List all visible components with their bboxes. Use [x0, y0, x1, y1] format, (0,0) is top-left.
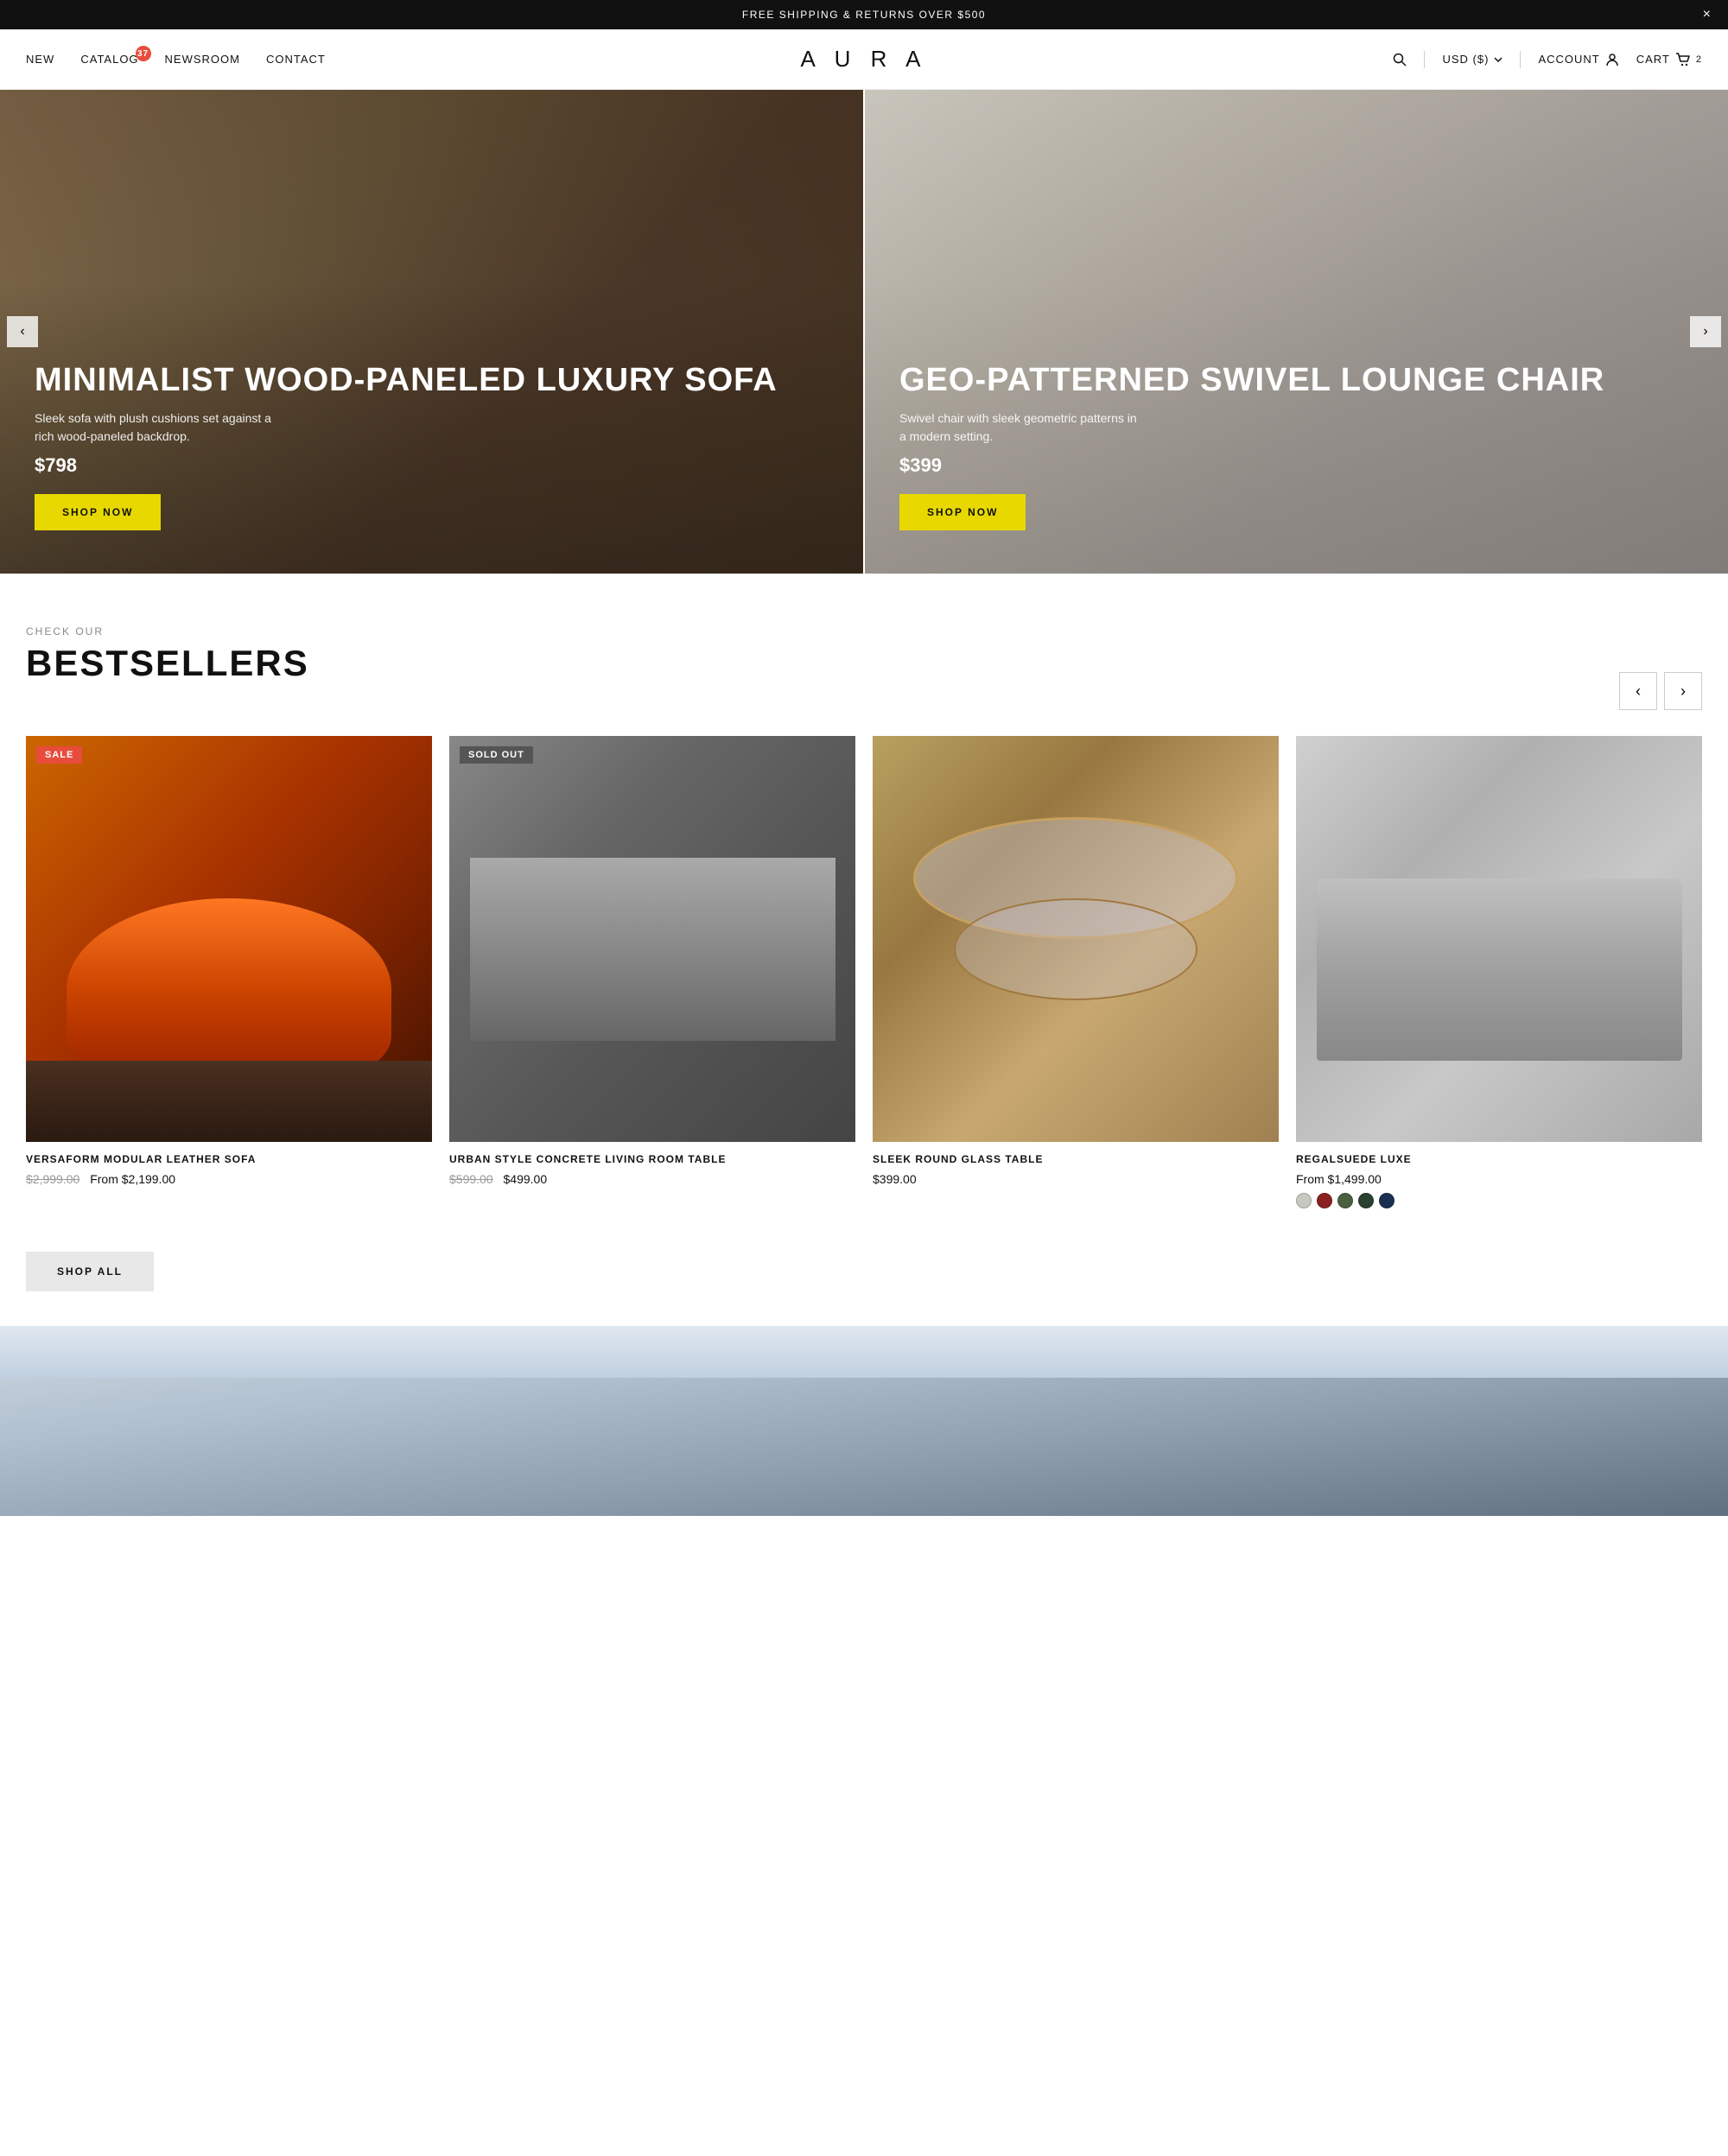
search-icon — [1393, 53, 1407, 67]
hero-content-left: MINIMALIST WOOD-PANELED LUXURY SOFA Slee… — [35, 363, 778, 530]
nav-item-new[interactable]: NEW — [26, 53, 54, 66]
color-swatch[interactable] — [1358, 1193, 1374, 1208]
bestsellers-title: BESTSELLERS — [26, 643, 309, 684]
hero-panel-left: MINIMALIST WOOD-PANELED LUXURY SOFA Slee… — [0, 90, 865, 574]
product-card-concrete-table[interactable]: SOLD OUT URBAN STYLE CONCRETE LIVING ROO… — [449, 736, 855, 1208]
bestsellers-prev-button[interactable]: ‹ — [1619, 672, 1657, 710]
product-price-concrete: $599.00 $499.00 — [449, 1172, 855, 1186]
product-img-sofa-orange — [26, 736, 432, 1142]
hero-title-left: MINIMALIST WOOD-PANELED LUXURY SOFA — [35, 363, 778, 399]
logo[interactable]: A U R A — [800, 46, 927, 73]
product-name-regalsuede: REGALSUEDE LUXE — [1296, 1152, 1702, 1167]
new-price: From $2,199.00 — [90, 1172, 175, 1186]
cart-count: 2 — [1696, 54, 1702, 65]
hero-title-right: GEO-PATTERNED SWIVEL LOUNGE CHAIR — [899, 363, 1604, 399]
product-price-glass: $399.00 — [873, 1172, 1279, 1186]
product-image-versaform-sofa: SALE — [26, 736, 432, 1142]
hero-section: ‹ MINIMALIST WOOD-PANELED LUXURY SOFA Sl… — [0, 90, 1728, 574]
hero-desc-left: Sleek sofa with plush cushions set again… — [35, 409, 276, 446]
user-icon — [1605, 53, 1619, 67]
color-swatch[interactable] — [1337, 1193, 1353, 1208]
color-swatches-regalsuede — [1296, 1193, 1702, 1208]
product-image-regalsuede — [1296, 736, 1702, 1142]
nav-item-contact[interactable]: CONTACT — [266, 53, 326, 66]
product-image-concrete-table: SOLD OUT — [449, 736, 855, 1142]
search-button[interactable] — [1393, 53, 1407, 67]
new-price-regalsuede: From $1,499.00 — [1296, 1172, 1382, 1186]
new-price-glass: $399.00 — [873, 1172, 917, 1186]
header-nav: NEW CATALOG37 NEWSROOM CONTACT — [26, 53, 326, 66]
cart-icon — [1675, 53, 1691, 67]
badge-sold-out: SOLD OUT — [460, 746, 533, 764]
product-name-glass: SLEEK ROUND GLASS TABLE — [873, 1152, 1279, 1167]
old-price-concrete: $599.00 — [449, 1172, 493, 1186]
product-img-glass-table — [873, 736, 1279, 1142]
hero-price-right: $399 — [899, 454, 1604, 477]
product-image-glass-table — [873, 736, 1279, 1142]
header-right: USD ($) ACCOUNT CART 2 — [1393, 51, 1702, 68]
section-title-block: CHECK OUR BESTSELLERS — [26, 625, 309, 710]
hero-desc-right: Swivel chair with sleek geometric patter… — [899, 409, 1141, 446]
product-card-versaform-sofa[interactable]: SALE VERSAFORM MODULAR LEATHER SOFA $2,9… — [26, 736, 432, 1208]
hero-shop-now-left[interactable]: SHOP NOW — [35, 494, 161, 530]
products-grid: SALE VERSAFORM MODULAR LEATHER SOFA $2,9… — [26, 736, 1702, 1208]
slider-arrows: ‹ › — [1619, 672, 1702, 710]
account-button[interactable]: ACCOUNT — [1538, 53, 1618, 67]
cart-button[interactable]: CART 2 — [1636, 53, 1702, 67]
bestsellers-next-button[interactable]: › — [1664, 672, 1702, 710]
hero-content-right: GEO-PATTERNED SWIVEL LOUNGE CHAIR Swivel… — [899, 363, 1604, 530]
product-name-versaform: VERSAFORM MODULAR LEATHER SOFA — [26, 1152, 432, 1167]
nav-badge: 37 — [136, 46, 151, 61]
nav-item-newsroom[interactable]: NEWSROOM — [165, 53, 240, 66]
color-swatch[interactable] — [1317, 1193, 1332, 1208]
hero-next-button[interactable]: › — [1690, 316, 1721, 347]
product-card-regalsuede[interactable]: REGALSUEDE LUXE From $1,499.00 — [1296, 736, 1702, 1208]
announcement-bar: FREE SHIPPING & RETURNS OVER $500 × — [0, 0, 1728, 29]
section-sub-label: CHECK OUR — [26, 625, 309, 637]
bottom-banner — [0, 1326, 1728, 1516]
product-name-concrete: URBAN STYLE CONCRETE LIVING ROOM TABLE — [449, 1152, 855, 1167]
currency-label: USD ($) — [1442, 53, 1489, 66]
header: NEW CATALOG37 NEWSROOM CONTACT A U R A USD … — [0, 29, 1728, 90]
hero-price-left: $798 — [35, 454, 778, 477]
hero-panel-right: GEO-PATTERNED SWIVEL LOUNGE CHAIR Swivel… — [865, 90, 1728, 574]
chevron-down-icon — [1494, 57, 1502, 62]
shop-all-button[interactable]: SHOP ALL — [26, 1252, 154, 1291]
color-swatch[interactable] — [1379, 1193, 1394, 1208]
currency-button[interactable]: USD ($) — [1442, 53, 1502, 66]
product-card-glass-table[interactable]: SLEEK ROUND GLASS TABLE $399.00 — [873, 736, 1279, 1208]
cart-label: CART — [1636, 53, 1670, 66]
new-price-concrete: $499.00 — [504, 1172, 548, 1186]
section-header: CHECK OUR BESTSELLERS ‹ › — [26, 625, 1702, 710]
nav-item-catalog[interactable]: CATALOG37 — [80, 53, 138, 66]
old-price: $2,999.00 — [26, 1172, 79, 1186]
bestsellers-section: CHECK OUR BESTSELLERS ‹ › SALE VERSAFORM… — [0, 574, 1728, 1326]
divider — [1424, 51, 1425, 68]
divider2 — [1520, 51, 1521, 68]
announcement-close-button[interactable]: × — [1703, 7, 1711, 22]
hero-prev-button[interactable]: ‹ — [7, 316, 38, 347]
color-swatch[interactable] — [1296, 1193, 1312, 1208]
product-price-versaform: $2,999.00 From $2,199.00 — [26, 1172, 432, 1186]
product-img-concrete-table — [449, 736, 855, 1142]
product-price-regalsuede: From $1,499.00 — [1296, 1172, 1702, 1186]
hero-shop-now-right[interactable]: SHOP NOW — [899, 494, 1026, 530]
badge-sale: SALE — [36, 746, 82, 764]
announcement-text: FREE SHIPPING & RETURNS OVER $500 — [742, 9, 986, 21]
account-label: ACCOUNT — [1538, 53, 1599, 66]
product-img-gray-sofa — [1296, 736, 1702, 1142]
